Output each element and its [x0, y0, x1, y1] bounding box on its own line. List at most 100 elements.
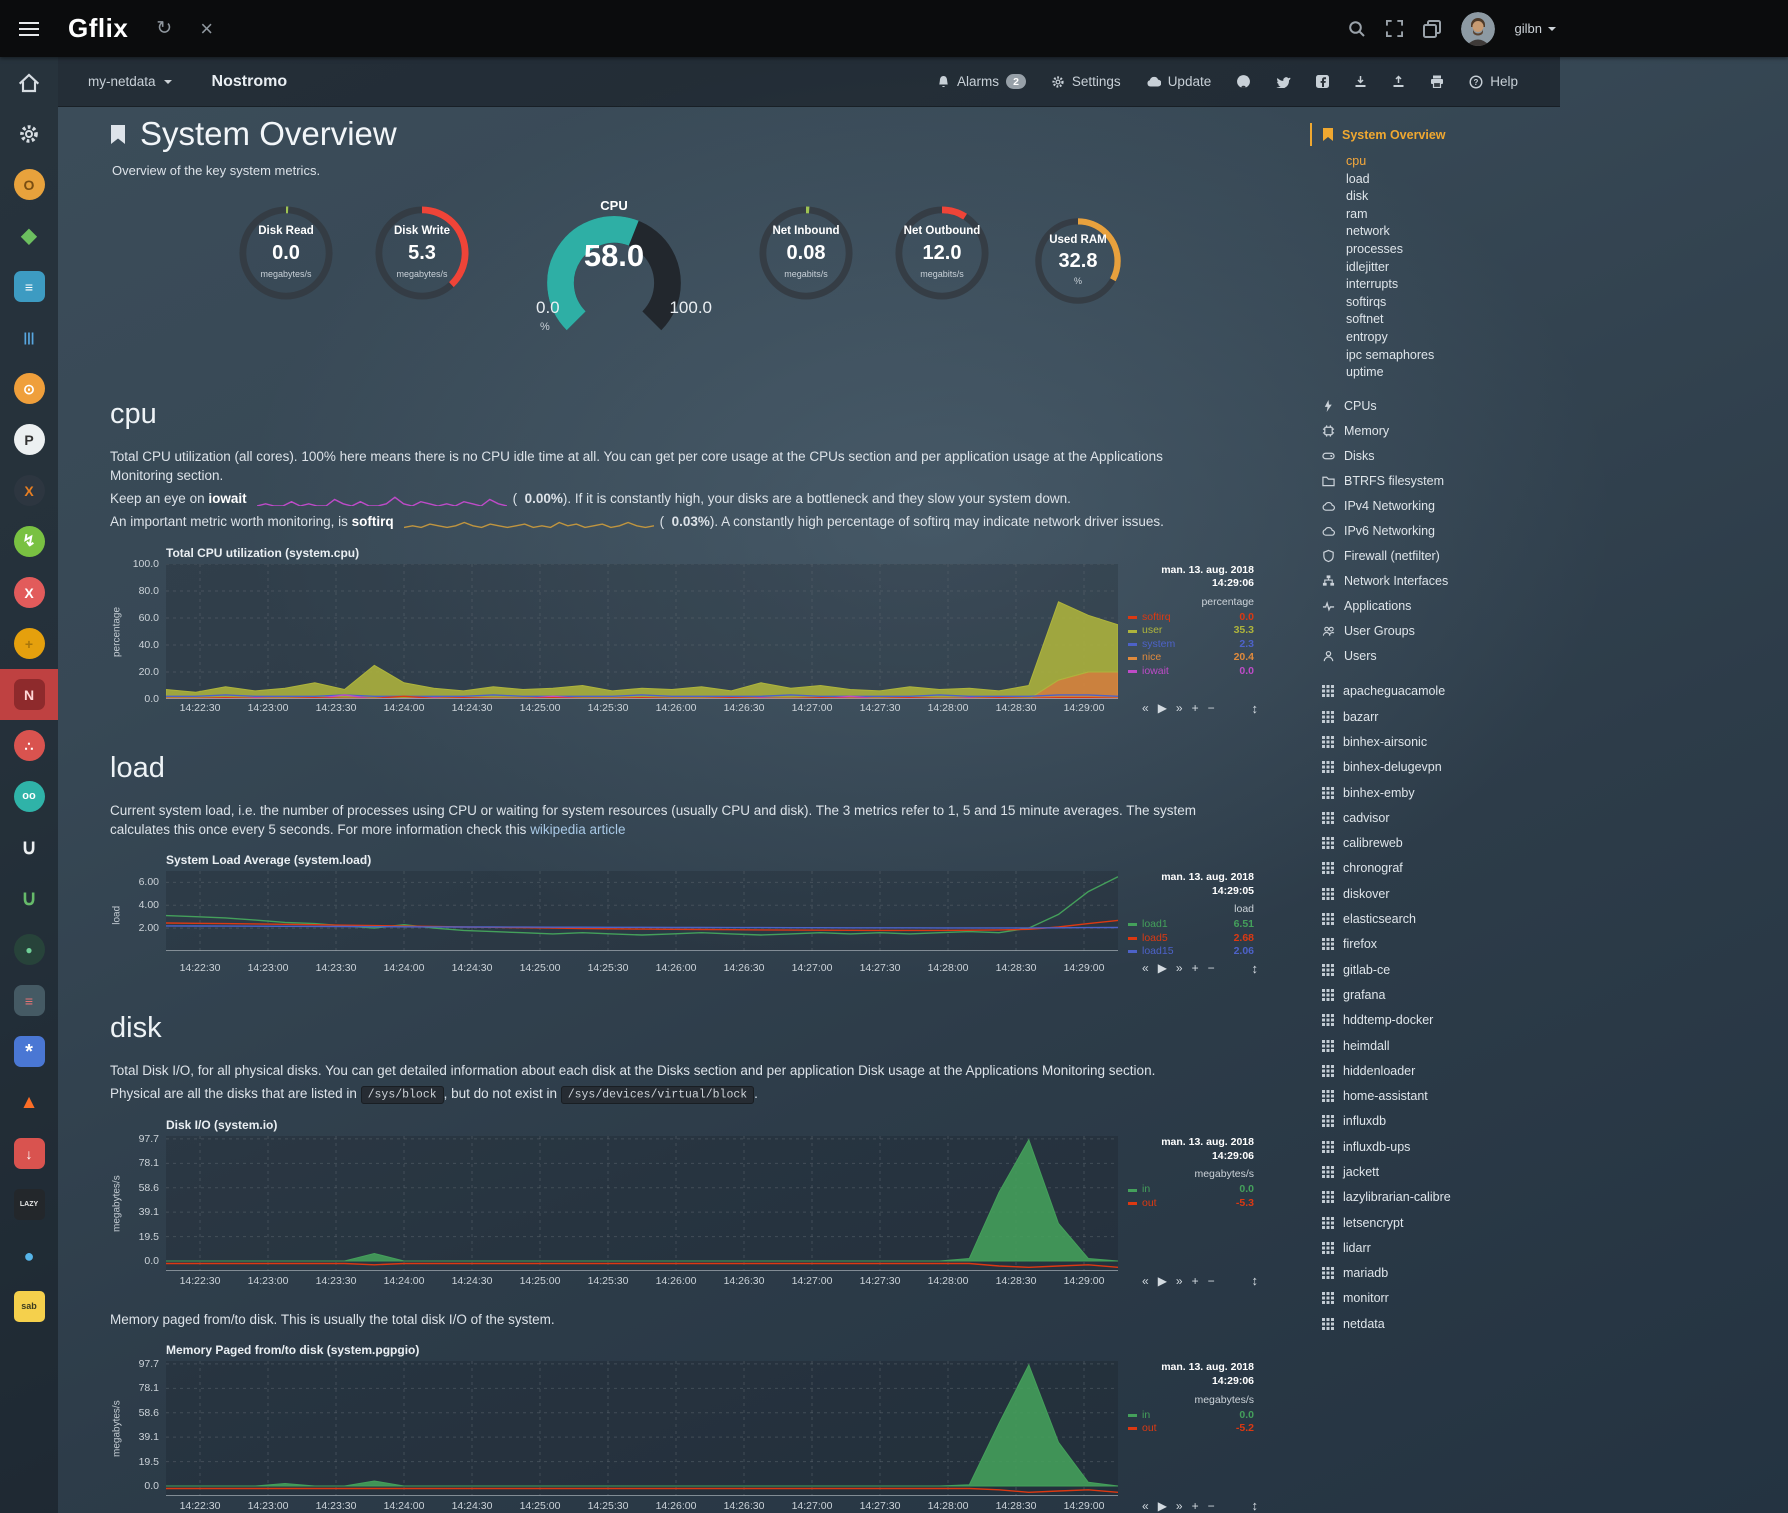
- menu-app-item[interactable]: calibreweb: [1310, 831, 1560, 856]
- import-button[interactable]: [1354, 75, 1367, 88]
- sidebar-app-item[interactable]: ∪: [0, 873, 58, 924]
- close-icon[interactable]: ×: [200, 18, 213, 40]
- menu-app-item[interactable]: bazarr: [1310, 704, 1560, 729]
- help-button[interactable]: ? Help: [1469, 74, 1518, 89]
- menu-item-disks[interactable]: Disks: [1310, 444, 1560, 469]
- gauge-net-outbound[interactable]: Net Outbound 12.0 megabits/s: [882, 198, 1002, 350]
- menu-app-item[interactable]: mariadb: [1310, 1261, 1560, 1286]
- sidebar-app-item[interactable]: |||: [0, 312, 58, 363]
- gauge-disk-read[interactable]: Disk Read 0.0 megabytes/s: [226, 198, 346, 350]
- menu-app-item[interactable]: letsencrypt: [1310, 1210, 1560, 1235]
- sidebar-app-item[interactable]: *: [0, 1026, 58, 1077]
- gauge-net-inbound[interactable]: Net Inbound 0.08 megabits/s: [746, 198, 866, 350]
- chart-plot-area[interactable]: [166, 564, 1118, 699]
- menu-app-item[interactable]: hddtemp-docker: [1310, 1008, 1560, 1033]
- sidebar-app-item[interactable]: ↯: [0, 516, 58, 567]
- chart-resize-handle[interactable]: ↕: [1252, 701, 1259, 716]
- menu-item-btrfs[interactable]: BTRFS filesystem: [1310, 469, 1560, 494]
- legend-item[interactable]: load15 2.06: [1128, 945, 1254, 959]
- menu-app-item[interactable]: gitlab-ce: [1310, 957, 1560, 982]
- menu-sub-item[interactable]: network: [1346, 223, 1560, 241]
- avatar[interactable]: [1461, 12, 1495, 46]
- menu-app-item[interactable]: monitorr: [1310, 1286, 1560, 1311]
- menu-sub-item[interactable]: uptime: [1346, 364, 1560, 382]
- sidebar-app-item[interactable]: ◆: [0, 210, 58, 261]
- menu-app-item[interactable]: cadvisor: [1310, 805, 1560, 830]
- sidebar-app-item[interactable]: ↓: [0, 1128, 58, 1179]
- alarms-button[interactable]: Alarms 2: [937, 74, 1026, 89]
- legend-item[interactable]: load1 6.51: [1128, 918, 1254, 932]
- gauge-used-ram[interactable]: Used RAM 32.8 %: [1018, 210, 1138, 362]
- menu-item-network-interfaces[interactable]: Network Interfaces: [1310, 569, 1560, 594]
- menu-sub-item[interactable]: processes: [1346, 241, 1560, 259]
- chart-resize-handle[interactable]: ↕: [1252, 1498, 1259, 1513]
- menu-item-system-overview[interactable]: System Overview: [1310, 123, 1560, 146]
- github-button[interactable]: [1236, 74, 1251, 89]
- menu-sub-item[interactable]: disk: [1346, 188, 1560, 206]
- chart-resize-handle[interactable]: ↕: [1252, 961, 1259, 976]
- tabs-icon[interactable]: [1423, 20, 1441, 38]
- menu-app-item[interactable]: heimdall: [1310, 1033, 1560, 1058]
- sidebar-app-item[interactable]: ∴: [0, 720, 58, 771]
- menu-app-item[interactable]: lazylibrarian-calibre: [1310, 1185, 1560, 1210]
- legend-item[interactable]: in 0.0: [1128, 1183, 1254, 1197]
- legend-item[interactable]: out -5.3: [1128, 1197, 1254, 1211]
- search-icon[interactable]: [1348, 20, 1366, 38]
- sidebar-app-item[interactable]: ●: [0, 924, 58, 975]
- chart-toolbar[interactable]: «▶»+−: [1142, 1274, 1215, 1288]
- menu-app-item[interactable]: hiddenloader: [1310, 1058, 1560, 1083]
- legend-item[interactable]: in 0.0: [1128, 1409, 1254, 1423]
- menu-app-item[interactable]: elasticsearch: [1310, 906, 1560, 931]
- facebook-button[interactable]: [1316, 75, 1329, 88]
- chart-plot-area[interactable]: [166, 871, 1118, 959]
- menu-app-item[interactable]: chronograf: [1310, 856, 1560, 881]
- legend-item[interactable]: iowait 0.0: [1128, 665, 1254, 679]
- sidebar-app-item[interactable]: N: [0, 669, 58, 720]
- legend-item[interactable]: softirq 0.0: [1128, 611, 1254, 625]
- menu-item-ipv6[interactable]: IPv6 Networking: [1310, 519, 1560, 544]
- legend-item[interactable]: nice 20.4: [1128, 651, 1254, 665]
- menu-sub-item[interactable]: ram: [1346, 206, 1560, 224]
- menu-app-item[interactable]: influxdb: [1310, 1109, 1560, 1134]
- menu-app-item[interactable]: lidarr: [1310, 1235, 1560, 1260]
- menu-app-item[interactable]: grafana: [1310, 982, 1560, 1007]
- menu-app-item[interactable]: influxdb-ups: [1310, 1134, 1560, 1159]
- menu-app-item[interactable]: firefox: [1310, 932, 1560, 957]
- menu-item-users[interactable]: Users: [1310, 644, 1560, 669]
- sidebar-app-item[interactable]: ≡: [0, 975, 58, 1026]
- user-menu[interactable]: gilbn: [1515, 21, 1556, 36]
- sidebar-app-item[interactable]: X: [0, 465, 58, 516]
- menu-sub-item[interactable]: cpu: [1346, 153, 1560, 171]
- menu-app-item[interactable]: home-assistant: [1310, 1083, 1560, 1108]
- sidebar-app-item[interactable]: oo: [0, 771, 58, 822]
- menu-sub-item[interactable]: softirqs: [1346, 294, 1560, 312]
- chart-plot-area[interactable]: [166, 1361, 1118, 1496]
- sidebar-app-item[interactable]: +: [0, 618, 58, 669]
- update-button[interactable]: Update: [1146, 74, 1212, 89]
- menu-item-memory[interactable]: Memory: [1310, 419, 1560, 444]
- settings-button[interactable]: Settings: [1051, 74, 1121, 89]
- chart-toolbar[interactable]: «▶»+−: [1142, 701, 1215, 715]
- sidebar-app-item[interactable]: X: [0, 567, 58, 618]
- sidebar-home[interactable]: [0, 57, 58, 108]
- chart-resize-handle[interactable]: ↕: [1252, 1273, 1259, 1288]
- sidebar-app-item[interactable]: ⊙: [0, 363, 58, 414]
- menu-item-applications[interactable]: Applications: [1310, 594, 1560, 619]
- legend-item[interactable]: load5 2.68: [1128, 932, 1254, 946]
- sidebar-app-item[interactable]: ∪: [0, 822, 58, 873]
- legend-item[interactable]: out -5.2: [1128, 1422, 1254, 1436]
- menu-item-cpus[interactable]: CPUs: [1310, 394, 1560, 419]
- server-dropdown[interactable]: my-netdata: [88, 74, 172, 89]
- legend-item[interactable]: system 2.3: [1128, 638, 1254, 652]
- sidebar-app-item[interactable]: LAZY: [0, 1179, 58, 1230]
- legend-item[interactable]: user 35.3: [1128, 624, 1254, 638]
- menu-sub-item[interactable]: interrupts: [1346, 276, 1560, 294]
- twitter-button[interactable]: [1276, 76, 1291, 88]
- chart-toolbar[interactable]: «▶»+−: [1142, 1499, 1215, 1513]
- menu-app-item[interactable]: diskover: [1310, 881, 1560, 906]
- sidebar-app-item[interactable]: P: [0, 414, 58, 465]
- print-button[interactable]: [1430, 75, 1444, 88]
- menu-item-user-groups[interactable]: User Groups: [1310, 619, 1560, 644]
- sidebar-app-item[interactable]: ●: [0, 1230, 58, 1281]
- fullscreen-icon[interactable]: [1386, 20, 1403, 37]
